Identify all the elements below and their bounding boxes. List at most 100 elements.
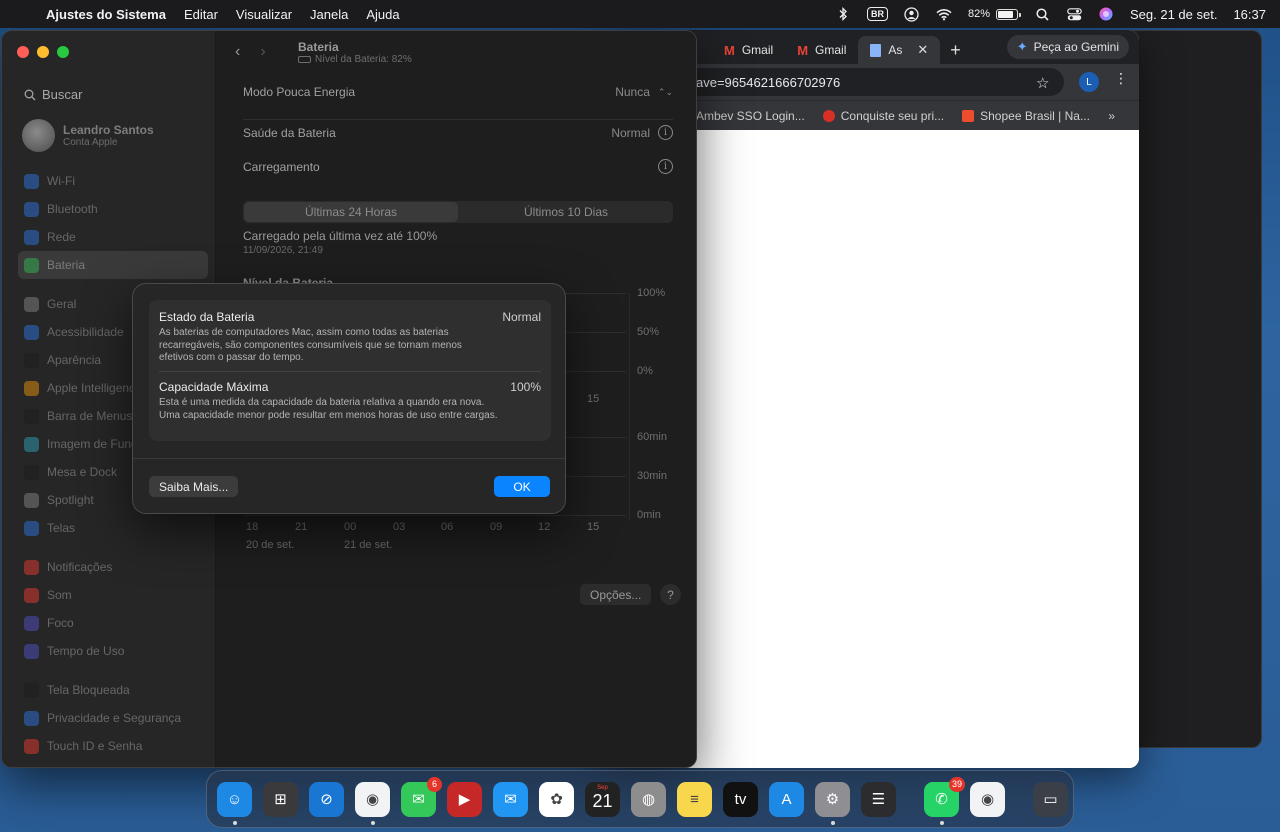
- user-name: Leandro Santos: [63, 123, 154, 137]
- profile-avatar[interactable]: L: [1079, 72, 1099, 92]
- chrome-tab-active[interactable]: As ✕: [858, 36, 941, 64]
- sidebar-item-notificações[interactable]: Notificações: [18, 553, 208, 581]
- sidebar-item-telas[interactable]: Telas: [18, 514, 208, 542]
- battery-status[interactable]: 82%: [968, 8, 1021, 20]
- menu-janela[interactable]: Janela: [310, 7, 348, 22]
- sidebar-item-touch-id-e-senha[interactable]: Touch ID e Senha: [18, 732, 208, 760]
- dock-whatsapp-icon[interactable]: ✆ 39: [924, 776, 965, 825]
- app-store-glyph: A: [781, 790, 792, 808]
- bookmark-label: Shopee Brasil | Na...: [980, 108, 1090, 123]
- new-tab-button[interactable]: +: [940, 36, 971, 64]
- segment-24h[interactable]: Últimas 24 Horas: [244, 202, 458, 222]
- close-tab-icon[interactable]: ✕: [917, 42, 928, 58]
- bookmarks-overflow-icon[interactable]: »: [1108, 109, 1115, 123]
- gemini-button[interactable]: ✦ Peça ao Gemini: [1006, 35, 1129, 59]
- zoom-window-button[interactable]: [57, 46, 69, 58]
- dock-notes-icon[interactable]: ≡: [677, 781, 712, 817]
- photos-glyph: ✿: [550, 791, 563, 808]
- dock-reminders-icon[interactable]: ☰: [861, 781, 896, 817]
- dock-calendar-icon[interactable]: Sep 21: [585, 781, 620, 817]
- x-axis-label: 21: [295, 521, 308, 533]
- y-axis-label: 0min: [637, 509, 661, 521]
- dock-launchpad-icon[interactable]: ⊞: [263, 781, 298, 817]
- info-icon[interactable]: i: [658, 159, 673, 174]
- dock-youtube-icon[interactable]: ▶: [447, 781, 482, 817]
- dock-messages-icon[interactable]: ✉ 6: [401, 776, 442, 817]
- sidebar-item-rede[interactable]: Rede: [18, 223, 208, 251]
- chrome-tab-gmail-2[interactable]: M Gmail: [785, 36, 858, 64]
- help-button[interactable]: ?: [660, 584, 681, 605]
- gmail-icon: M: [724, 42, 735, 58]
- segment-10d[interactable]: Últimos 10 Dias: [459, 201, 673, 223]
- sidebar-item-tempo-de-uso[interactable]: Tempo de Uso: [18, 637, 208, 665]
- dock-tv-icon[interactable]: tv: [723, 781, 758, 817]
- minimize-window-button[interactable]: [37, 46, 49, 58]
- chrome-tab-gmail-1[interactable]: M Gmail: [712, 36, 785, 64]
- sidebar-item-label: Tela Bloqueada: [47, 683, 130, 697]
- menubar-date[interactable]: Seg. 21 de set.: [1130, 7, 1217, 22]
- dock-chrome-profile-icon[interactable]: ◉: [970, 781, 1005, 817]
- sidebar-item-wi-fi[interactable]: Wi-Fi: [18, 167, 208, 195]
- y-axis-label: 50%: [637, 326, 660, 338]
- date-label: 21 de set.: [344, 539, 393, 551]
- dock-photos-icon[interactable]: ✿: [539, 781, 574, 817]
- sidebar-item-icon: [24, 173, 39, 189]
- user-switch-icon[interactable]: [904, 6, 920, 22]
- siri-icon[interactable]: [1098, 6, 1114, 22]
- sidebar-item-bluetooth[interactable]: Bluetooth: [18, 195, 208, 223]
- running-indicator: [233, 820, 237, 825]
- chart-gridline: [629, 293, 630, 521]
- bookmark-star-icon[interactable]: ☆: [1036, 74, 1049, 92]
- sidebar-item-som[interactable]: Som: [18, 581, 208, 609]
- bluetooth-icon[interactable]: [835, 6, 851, 22]
- app-menu[interactable]: Ajustes do Sistema: [46, 7, 166, 22]
- tab-label: Gmail: [815, 43, 847, 57]
- back-arrow-icon[interactable]: ‹: [235, 43, 240, 61]
- menu-ajuda[interactable]: Ajuda: [366, 7, 399, 22]
- dock-trash-icon[interactable]: ▭: [1033, 781, 1068, 817]
- dock-system-settings-icon[interactable]: ⚙: [815, 781, 850, 825]
- input-source-icon[interactable]: BR: [866, 7, 888, 21]
- options-button[interactable]: Opções...: [580, 584, 652, 605]
- dock-finder-icon[interactable]: ☺: [217, 781, 252, 825]
- learn-more-button[interactable]: Saiba Mais...: [149, 476, 239, 497]
- dock-contacts-icon[interactable]: ◍: [631, 781, 666, 817]
- bookmark-shopee[interactable]: Shopee Brasil | Na...: [962, 109, 1090, 123]
- sidebar-item-label: Touch ID e Senha: [47, 739, 143, 753]
- bookmark-label: Conquiste seu pri...: [840, 108, 945, 123]
- sidebar-item-tela-bloqueada[interactable]: Tela Bloqueada: [18, 676, 208, 704]
- ok-button[interactable]: OK: [494, 476, 550, 497]
- dock-safari-icon[interactable]: ⊘: [309, 781, 344, 817]
- x-axis-label: 03: [393, 521, 406, 533]
- tab-label: Gmail: [741, 43, 774, 57]
- low-power-value: Nunca: [615, 85, 650, 99]
- apple-account-item[interactable]: Leandro Santos Conta Apple: [22, 119, 154, 152]
- sidebar-item-foco[interactable]: Foco: [18, 609, 208, 637]
- menu-visualizar[interactable]: Visualizar: [236, 7, 292, 22]
- spotlight-search-icon[interactable]: [1034, 6, 1050, 22]
- dock-app-store-icon[interactable]: A: [769, 781, 804, 817]
- dock-mail-icon[interactable]: ✉: [493, 781, 528, 817]
- window-controls: [17, 46, 69, 58]
- chrome-menu-icon[interactable]: ⋮: [1114, 70, 1128, 87]
- sidebar-item-label: Rede: [47, 230, 76, 244]
- bookmark-conquiste[interactable]: Conquiste seu pri...: [822, 108, 945, 123]
- sidebar-item-icon: [24, 296, 39, 312]
- wifi-icon[interactable]: [936, 6, 952, 22]
- dock-chrome-icon[interactable]: ◉: [355, 781, 390, 825]
- battery-health-row: Saúde da Bateria Normal i: [243, 125, 673, 140]
- forward-arrow-icon[interactable]: ›: [260, 43, 265, 61]
- x-axis-label: 00: [344, 521, 357, 533]
- bookmark-ambev[interactable]: Ambev SSO Login...: [696, 109, 805, 123]
- control-center-icon[interactable]: [1066, 6, 1082, 22]
- menu-editar[interactable]: Editar: [184, 7, 218, 22]
- low-power-popup[interactable]: Nunca ⌃⌄: [615, 85, 673, 99]
- sidebar-item-bateria[interactable]: Bateria: [18, 251, 208, 279]
- sidebar-item-icon: [24, 257, 39, 273]
- info-icon[interactable]: i: [658, 125, 673, 140]
- sidebar-item-privacidade-e-segurança[interactable]: Privacidade e Segurança: [18, 704, 208, 732]
- sidebar-search-field[interactable]: Buscar: [24, 87, 82, 102]
- menubar-time[interactable]: 16:37: [1233, 7, 1266, 22]
- close-window-button[interactable]: [17, 46, 29, 58]
